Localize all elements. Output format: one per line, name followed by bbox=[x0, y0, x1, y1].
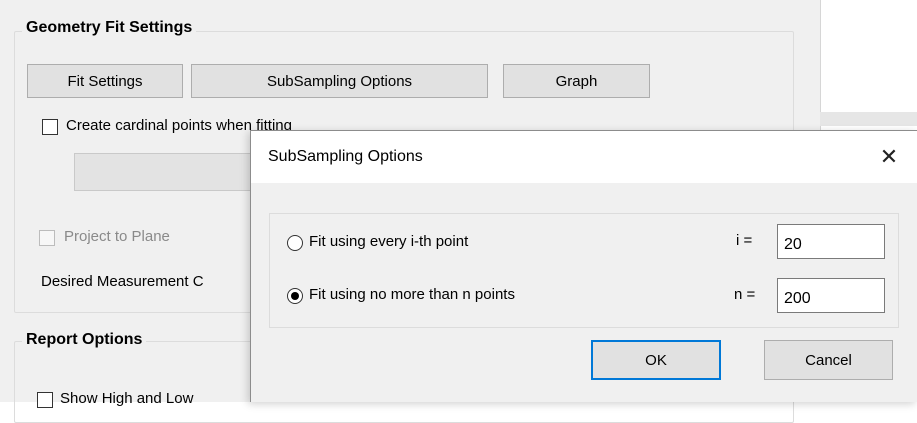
ok-button[interactable]: OK bbox=[591, 340, 721, 380]
close-icon[interactable]: ✕ bbox=[871, 141, 907, 173]
desired-measurement-label: Desired Measurement C bbox=[41, 273, 204, 290]
project-to-plane-checkbox[interactable] bbox=[39, 230, 55, 246]
report-options-title: Report Options bbox=[22, 331, 147, 349]
cancel-button[interactable]: Cancel bbox=[764, 340, 893, 380]
fit-settings-button[interactable]: Fit Settings bbox=[27, 64, 183, 98]
create-cardinal-checkbox[interactable] bbox=[42, 119, 58, 135]
every-ith-point-label: Fit using every i-th point bbox=[309, 233, 469, 250]
project-to-plane-label: Project to Plane bbox=[64, 228, 170, 245]
dialog-title: SubSampling Options bbox=[268, 148, 423, 165]
every-ith-point-radio[interactable] bbox=[287, 235, 303, 251]
show-high-low-label: Show High and Low bbox=[60, 390, 194, 407]
n-value-input[interactable] bbox=[777, 278, 885, 313]
n-var-label: n = bbox=[734, 286, 756, 303]
no-more-than-n-label: Fit using no more than n points bbox=[309, 286, 515, 303]
i-value-input[interactable] bbox=[777, 224, 885, 259]
show-high-low-checkbox[interactable] bbox=[37, 392, 53, 408]
i-var-label: i = bbox=[736, 232, 753, 249]
dialog-titlebar[interactable]: SubSampling Options ✕ bbox=[251, 131, 917, 183]
disabled-field bbox=[74, 153, 264, 191]
subsampling-options-button[interactable]: SubSampling Options bbox=[191, 64, 488, 98]
graph-button[interactable]: Graph bbox=[503, 64, 650, 98]
subsampling-dialog: SubSampling Options ✕ Fit using every i-… bbox=[250, 130, 917, 402]
no-more-than-n-radio[interactable] bbox=[287, 288, 303, 304]
geometry-fit-title: Geometry Fit Settings bbox=[22, 19, 197, 37]
right-panel-strip bbox=[820, 112, 917, 126]
